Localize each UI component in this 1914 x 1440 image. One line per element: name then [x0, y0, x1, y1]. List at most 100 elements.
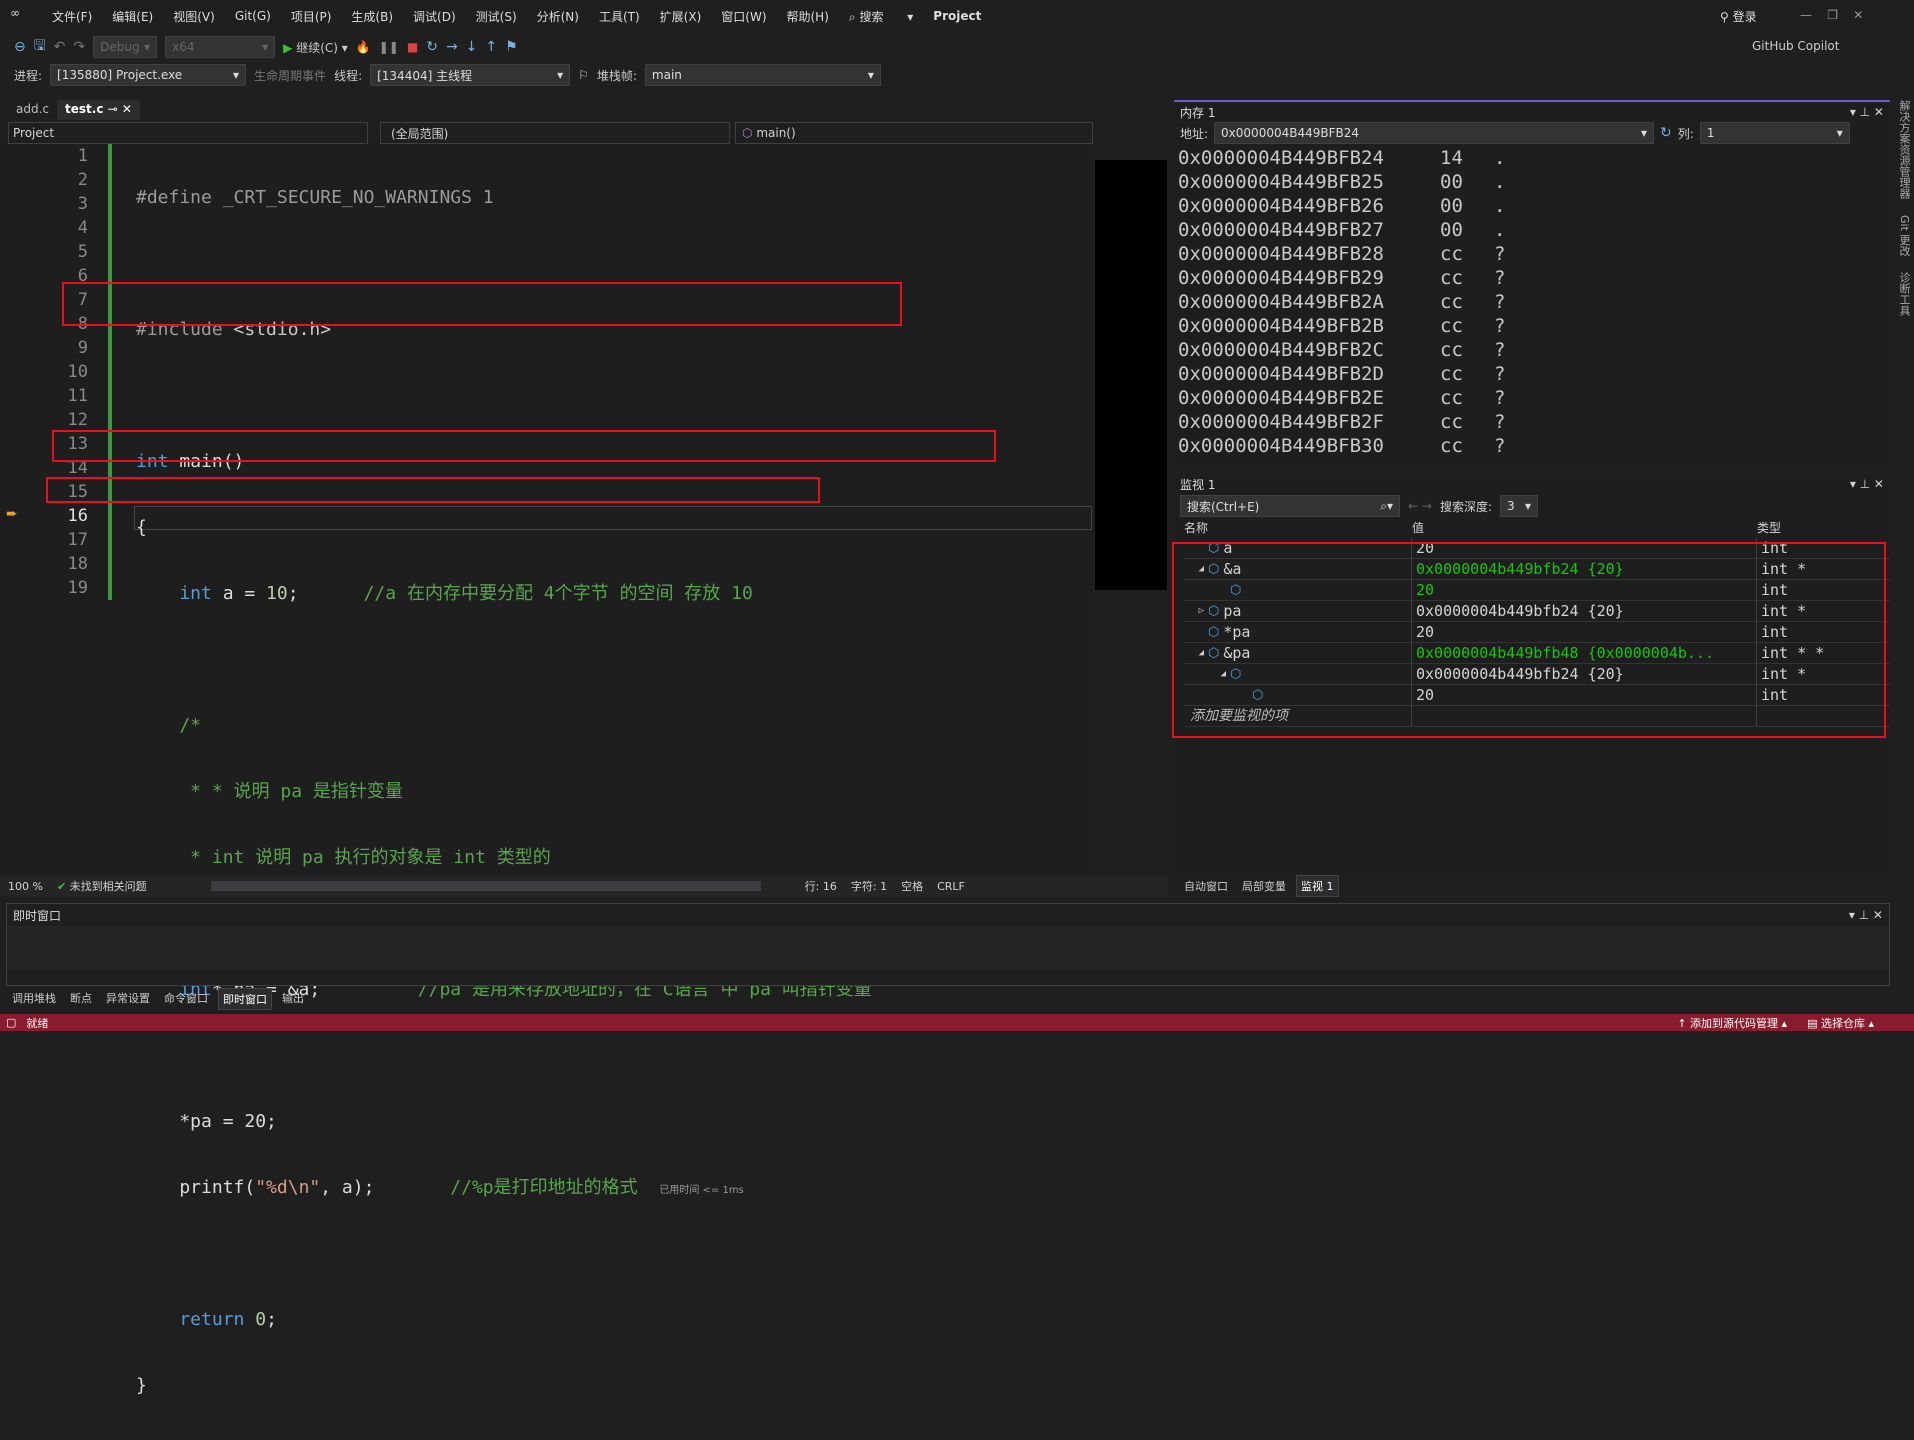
menu-window[interactable]: 窗口(W) — [721, 8, 766, 25]
tab-output[interactable]: 输出 — [278, 988, 308, 1010]
step-out-icon[interactable]: ↑ — [485, 39, 497, 55]
menu-build[interactable]: 生成(B) — [351, 8, 393, 25]
continue-button[interactable]: ▶ 继续(C) ▾ — [283, 39, 348, 56]
memory-row[interactable]: 0x0000004B449BFB25 00. — [1178, 170, 1890, 194]
tab-command-window[interactable]: 命令窗口 — [160, 988, 212, 1010]
issues-indicator[interactable]: ✔ 未找到相关问题 — [57, 878, 147, 894]
git-changes-tab[interactable]: Git 更改 — [1892, 215, 1912, 256]
watch-search-input[interactable]: 搜索(Ctrl+E) ⌕▾ — [1180, 495, 1400, 517]
nav-arrows-icon[interactable]: ← → — [1408, 499, 1432, 513]
project-dropdown[interactable]: Project — [8, 122, 368, 144]
login-button[interactable]: ⚲ 登录 — [1720, 8, 1777, 25]
flag-icon[interactable]: ⚐ — [578, 68, 589, 82]
tab-locals[interactable]: 局部变量 — [1238, 876, 1290, 896]
minimap-scrollbar[interactable] — [1095, 160, 1167, 590]
address-input[interactable]: 0x0000004B449BFB24 ▾ — [1214, 122, 1655, 144]
memory-row[interactable]: 0x0000004B449BFB26 00. — [1178, 194, 1890, 218]
menu-help[interactable]: 帮助(H) — [787, 8, 829, 25]
immediate-window: 即时窗口 ▾ ⊥ ✕ — [6, 903, 1890, 986]
tab-exception-settings[interactable]: 异常设置 — [102, 988, 154, 1010]
lifecycle-events[interactable]: 生命周期事件 — [254, 67, 326, 84]
close-icon[interactable]: ✕ — [122, 102, 132, 116]
immediate-input[interactable] — [7, 926, 1889, 970]
select-repo[interactable]: ▤ 选择仓库 ▴ — [1807, 1015, 1874, 1031]
save-icon[interactable]: 🖫 — [34, 35, 46, 59]
step-into-icon[interactable]: ↓ — [466, 39, 478, 55]
line-ending[interactable]: CRLF — [937, 880, 965, 893]
memory-row[interactable]: 0x0000004B449BFB28 cc? — [1178, 242, 1890, 266]
config-select[interactable]: Debug ▾ — [93, 36, 158, 58]
thread-select[interactable]: [134404] 主线程 ▾ — [370, 64, 571, 86]
hot-reload-icon[interactable]: 🔥 — [356, 40, 371, 54]
solution-explorer-tab[interactable]: 解决方案资源管理器 — [1892, 100, 1912, 199]
menu-file[interactable]: 文件(F) — [52, 8, 92, 25]
depth-select[interactable]: 3 ▾ — [1499, 495, 1538, 517]
menu-debug[interactable]: 调试(D) — [413, 8, 456, 25]
code-token: 0 — [255, 1309, 267, 1330]
menu-view[interactable]: 视图(V) — [173, 8, 215, 25]
bookmark-icon[interactable]: ⚑ — [505, 39, 518, 55]
memory-byte: cc — [1440, 267, 1463, 289]
zoom-level[interactable]: 100 % — [8, 880, 43, 893]
menu-test[interactable]: 测试(S) — [476, 8, 517, 25]
refresh-icon[interactable]: ↻ — [1660, 125, 1672, 141]
memory-row[interactable]: 0x0000004B449BFB2E cc? — [1178, 386, 1890, 410]
menu-tools[interactable]: 工具(T) — [599, 8, 640, 25]
memory-address: 0x0000004B449BFB2F — [1178, 411, 1384, 433]
memory-char: ? — [1494, 411, 1506, 433]
panel-controls[interactable]: ▾ ⊥ ✕ — [1850, 477, 1884, 491]
column-value[interactable]: 值 — [1412, 518, 1757, 538]
redo-icon[interactable]: ↷ — [73, 39, 85, 55]
panel-controls[interactable]: ▾ ⊥ ✕ — [1849, 908, 1883, 922]
memory-row[interactable]: 0x0000004B449BFB29 cc? — [1178, 266, 1890, 290]
menu-extensions[interactable]: 扩展(X) — [660, 8, 702, 25]
restart-icon[interactable]: ↻ — [426, 39, 438, 55]
tab-immediate-window[interactable]: 即时窗口 — [218, 988, 272, 1010]
menu-edit[interactable]: 编辑(E) — [112, 8, 153, 25]
memory-grid[interactable]: 0x0000004B449BFB24 14. 0x0000004B449BFB25 0… — [1174, 144, 1890, 458]
depth-value: 3 — [1506, 499, 1515, 513]
search-button[interactable]: ⌕ 搜索 ▾ — [849, 8, 913, 25]
scope-dropdown[interactable]: (全局范围) — [380, 122, 730, 144]
back-icon[interactable]: ⊖ — [14, 39, 26, 55]
add-source-control[interactable]: ↑ 添加到源代码管理 ▴ — [1677, 1015, 1787, 1031]
indent-mode[interactable]: 空格 — [901, 878, 923, 894]
copilot-button[interactable]: GitHub Copilot — [1752, 39, 1839, 53]
column-type[interactable]: 类型 — [1757, 518, 1781, 538]
memory-row[interactable]: 0x0000004B449BFB24 14. — [1178, 146, 1890, 170]
pause-icon[interactable]: ❚❚ — [379, 40, 399, 54]
column-name[interactable]: 名称 — [1184, 518, 1412, 538]
code-token: _CRT_SECURE_NO_WARNINGS 1 — [222, 187, 494, 208]
function-dropdown[interactable]: ⬡ main() — [735, 122, 1093, 144]
window-controls[interactable]: — ❐ ✕ — [1800, 8, 1863, 22]
memory-row[interactable]: 0x0000004B449BFB2A cc? — [1178, 290, 1890, 314]
memory-row[interactable]: 0x0000004B449BFB2B cc? — [1178, 314, 1890, 338]
undo-icon[interactable]: ↶ — [54, 39, 66, 55]
menu-analyze[interactable]: 分析(N) — [537, 8, 579, 25]
horizontal-scrollbar[interactable] — [210, 881, 761, 891]
memory-row[interactable]: 0x0000004B449BFB2D cc? — [1178, 362, 1890, 386]
tab-add-c[interactable]: add.c — [8, 100, 57, 120]
memory-row[interactable]: 0x0000004B449BFB27 00. — [1178, 218, 1890, 242]
stack-frame-select[interactable]: main ▾ — [644, 64, 881, 86]
line-indicator: 行: 16 — [804, 880, 837, 893]
columns-select[interactable]: 1 ▾ — [1699, 122, 1850, 144]
memory-row[interactable]: 0x0000004B449BFB2F cc? — [1178, 410, 1890, 434]
tab-test-c[interactable]: test.c ⊸ ✕ — [57, 100, 140, 120]
tab-breakpoints[interactable]: 断点 — [66, 988, 96, 1010]
memory-row[interactable]: 0x0000004B449BFB2C cc? — [1178, 338, 1890, 362]
process-select[interactable]: [135880] Project.exe ▾ — [50, 64, 247, 86]
pin-icon[interactable]: ⊸ — [108, 102, 118, 116]
memory-row[interactable]: 0x0000004B449BFB30 cc? — [1178, 434, 1890, 458]
menu-git[interactable]: Git(G) — [235, 9, 271, 23]
panel-controls[interactable]: ▾ ⊥ ✕ — [1850, 105, 1884, 119]
diagnostic-tools-tab[interactable]: 诊断工具 — [1892, 272, 1912, 316]
platform-select[interactable]: x64 ▾ — [165, 36, 276, 58]
tab-watch1[interactable]: 监视 1 — [1296, 875, 1339, 897]
tab-call-stack[interactable]: 调用堆栈 — [8, 988, 60, 1010]
step-over-icon[interactable]: → — [446, 39, 458, 55]
code-editor[interactable]: 1 2 3 4 5 6 7 8 9 10 11 12 13 14 15 16 17 18 19 ➨ #define … — [0, 144, 1093, 1396]
menu-project[interactable]: 项目(P) — [291, 8, 332, 25]
stop-icon[interactable]: ■ — [407, 40, 418, 54]
tab-autos[interactable]: 自动窗口 — [1180, 876, 1232, 896]
